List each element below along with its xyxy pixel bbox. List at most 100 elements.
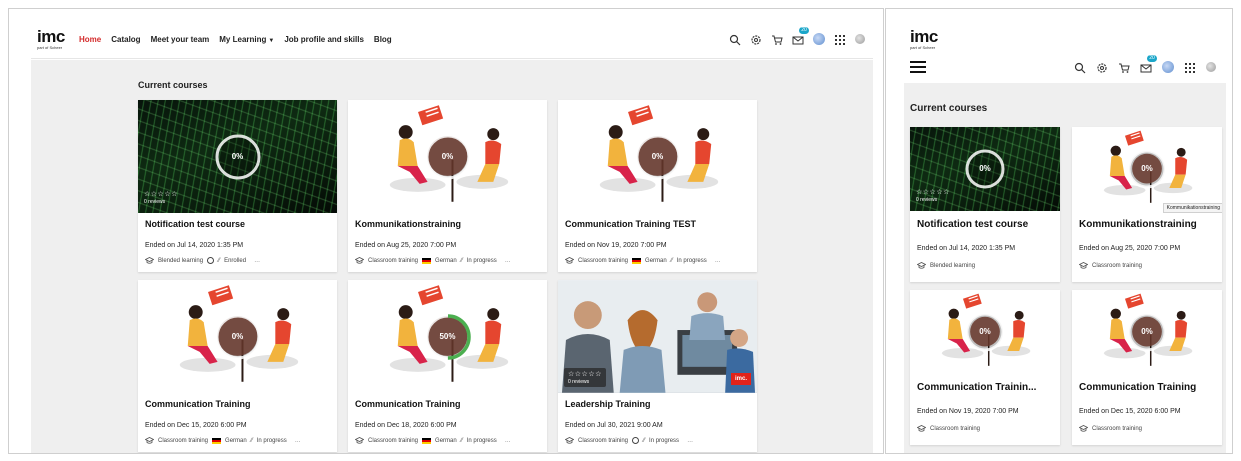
course-type-icon xyxy=(564,437,575,444)
more-options-icon[interactable]: … xyxy=(254,258,260,264)
apps-grid-icon[interactable] xyxy=(1184,61,1196,73)
progress-label: 50% xyxy=(439,331,456,341)
logo-text: imc xyxy=(910,27,938,46)
imc-logo[interactable]: imc part of Scheer xyxy=(37,28,71,51)
more-options-icon[interactable]: … xyxy=(505,438,511,444)
progress-ring: 0% xyxy=(1126,311,1168,353)
nav-my-learning[interactable]: My Learning ▼ xyxy=(219,35,274,44)
nav-blog[interactable]: Blog xyxy=(374,35,392,44)
course-type-icon xyxy=(144,257,155,264)
course-title[interactable]: Communication Training TEST xyxy=(565,219,696,229)
course-meta: Blended learning ⁄⁄ Enrolled… xyxy=(144,257,260,264)
hamburger-menu-icon[interactable] xyxy=(910,61,926,73)
course-title[interactable]: Communication Training xyxy=(145,399,251,409)
progress-label: 0% xyxy=(979,164,991,173)
course-image[interactable]: 0% xyxy=(348,100,547,213)
course-end-date: Ended on Nov 19, 2020 7:00 PM xyxy=(565,242,667,249)
settings-icon[interactable] xyxy=(1096,61,1108,73)
nav-meet-your-team[interactable]: Meet your team xyxy=(151,35,210,44)
course-image[interactable]: 0% xyxy=(138,280,337,393)
search-icon[interactable] xyxy=(729,33,741,46)
nav-home[interactable]: Home xyxy=(79,35,101,44)
course-image[interactable]: 50% xyxy=(348,280,547,393)
nav-job-profile-and-skills[interactable]: Job profile and skills xyxy=(284,35,364,44)
cart-icon[interactable] xyxy=(771,33,783,45)
german-flag-icon xyxy=(632,257,642,264)
progress-label: 0% xyxy=(651,151,664,161)
course-type-icon xyxy=(1078,425,1089,432)
imc-logo-mobile[interactable]: imc part of Scheer xyxy=(910,27,944,51)
course-status: In progress xyxy=(649,437,680,444)
more-options-icon[interactable]: … xyxy=(687,438,693,444)
settings-icon[interactable] xyxy=(750,33,762,45)
reviews-count: 0 reviews xyxy=(144,199,166,205)
course-end-date: Ended on Aug 25, 2020 7:00 PM xyxy=(1079,245,1181,252)
apps-grid-icon[interactable] xyxy=(834,33,846,45)
course-end-date: Ended on Jul 14, 2020 1:35 PM xyxy=(917,245,1016,252)
top-navigation-bar: imc part of Scheer Home Catalog Meet you… xyxy=(31,23,873,59)
course-card[interactable]: 50% Communication Training Ended on Dec 18… xyxy=(348,280,547,452)
course-meta: Classroom training xyxy=(1078,425,1142,432)
course-image[interactable]: 0% ☆☆☆☆☆ 0 reviews xyxy=(138,100,337,213)
toolbar-mobile: 20 xyxy=(1074,55,1216,74)
course-card[interactable]: 0% Communication Training TEST Ended on No… xyxy=(558,100,757,272)
course-end-date: Ended on Dec 15, 2020 6:00 PM xyxy=(1079,408,1181,415)
profile-icon[interactable] xyxy=(855,34,865,44)
course-type: Blended learning xyxy=(930,262,976,269)
course-image[interactable]: 0% xyxy=(1072,127,1222,211)
course-card[interactable]: ☆☆☆☆☆ 0 reviews imc. Leadership Training End… xyxy=(558,280,757,452)
course-card[interactable]: 0% ☆☆☆☆☆ 0 reviews Notification test course… xyxy=(910,127,1060,282)
imc-badge: imc. xyxy=(730,373,751,385)
avatar[interactable] xyxy=(1162,61,1174,73)
course-card[interactable]: 0% Communication Training Ended on Dec 15,… xyxy=(1072,290,1222,445)
course-image[interactable]: 0% xyxy=(1072,290,1222,374)
status-icon: ⁄⁄ xyxy=(250,437,253,444)
more-options-icon[interactable]: … xyxy=(715,258,721,264)
globe-icon xyxy=(632,437,640,444)
course-title[interactable]: Kommunikationstraining xyxy=(355,219,461,229)
course-image[interactable]: 0% ☆☆☆☆☆ 0 reviews xyxy=(910,127,1060,211)
more-options-icon[interactable]: … xyxy=(295,438,301,444)
section-title: Current courses xyxy=(138,80,208,90)
course-status: In progress xyxy=(676,257,707,264)
progress-ring: 0% xyxy=(964,311,1006,353)
course-language: German xyxy=(225,437,247,444)
course-status: In progress xyxy=(466,437,497,444)
course-title[interactable]: Communication Training xyxy=(1079,382,1196,393)
main-content: Current courses 0% ☆☆☆☆☆ 0 reviews Notifica… xyxy=(31,60,873,453)
course-card[interactable]: 0% ☆☆☆☆☆ 0 reviews Notification test course… xyxy=(138,100,337,272)
course-end-date: Ended on Dec 15, 2020 6:00 PM xyxy=(145,422,247,429)
course-title[interactable]: Communication Trainin... xyxy=(917,382,1036,393)
avatar[interactable] xyxy=(813,33,825,45)
mail-icon[interactable]: 20 xyxy=(1140,55,1157,73)
cart-icon[interactable] xyxy=(1118,61,1130,73)
course-title[interactable]: Kommunikationstraining xyxy=(1079,219,1197,230)
course-image[interactable]: 0% xyxy=(910,290,1060,374)
course-image[interactable]: ☆☆☆☆☆ 0 reviews imc. xyxy=(558,280,757,393)
course-card[interactable]: 0% Communication Training Ended on Dec 15,… xyxy=(138,280,337,452)
course-card[interactable]: 0% Kommunikationstraining Ended on Aug 25,… xyxy=(1072,127,1222,282)
profile-icon[interactable] xyxy=(1206,62,1216,72)
course-end-date: Ended on Dec 18, 2020 6:00 PM xyxy=(355,422,457,429)
main-content-mobile: Current courses 0% ☆☆☆☆☆ 0 reviews Notifica… xyxy=(904,83,1226,453)
course-meta: Classroom training German ⁄⁄ In progress… xyxy=(564,257,721,264)
course-card[interactable]: 0% Kommunikationstraining Ended on Aug 25,… xyxy=(348,100,547,272)
mail-icon[interactable]: 20 xyxy=(792,27,809,45)
nav-catalog[interactable]: Catalog xyxy=(111,35,140,44)
course-title[interactable]: Notification test course xyxy=(917,219,1028,230)
main-nav: Home Catalog Meet your team My Learning ▼… xyxy=(79,35,392,44)
course-type-icon xyxy=(916,262,927,269)
title-tooltip: Kommunikationstraining xyxy=(1162,203,1222,213)
course-type: Classroom training xyxy=(368,257,419,264)
course-type-icon xyxy=(916,425,927,432)
logo-subtext: part of Scheer xyxy=(37,45,63,50)
course-title[interactable]: Communication Training xyxy=(355,399,461,409)
course-title[interactable]: Leadership Training xyxy=(565,399,651,409)
course-type: Classroom training xyxy=(1092,262,1143,269)
course-card[interactable]: 0% Communication Trainin... Ended on Nov 1… xyxy=(910,290,1060,445)
german-flag-icon xyxy=(422,437,432,444)
more-options-icon[interactable]: … xyxy=(505,258,511,264)
search-icon[interactable] xyxy=(1074,61,1086,74)
course-title[interactable]: Notification test course xyxy=(145,219,245,229)
course-image[interactable]: 0% xyxy=(558,100,757,213)
